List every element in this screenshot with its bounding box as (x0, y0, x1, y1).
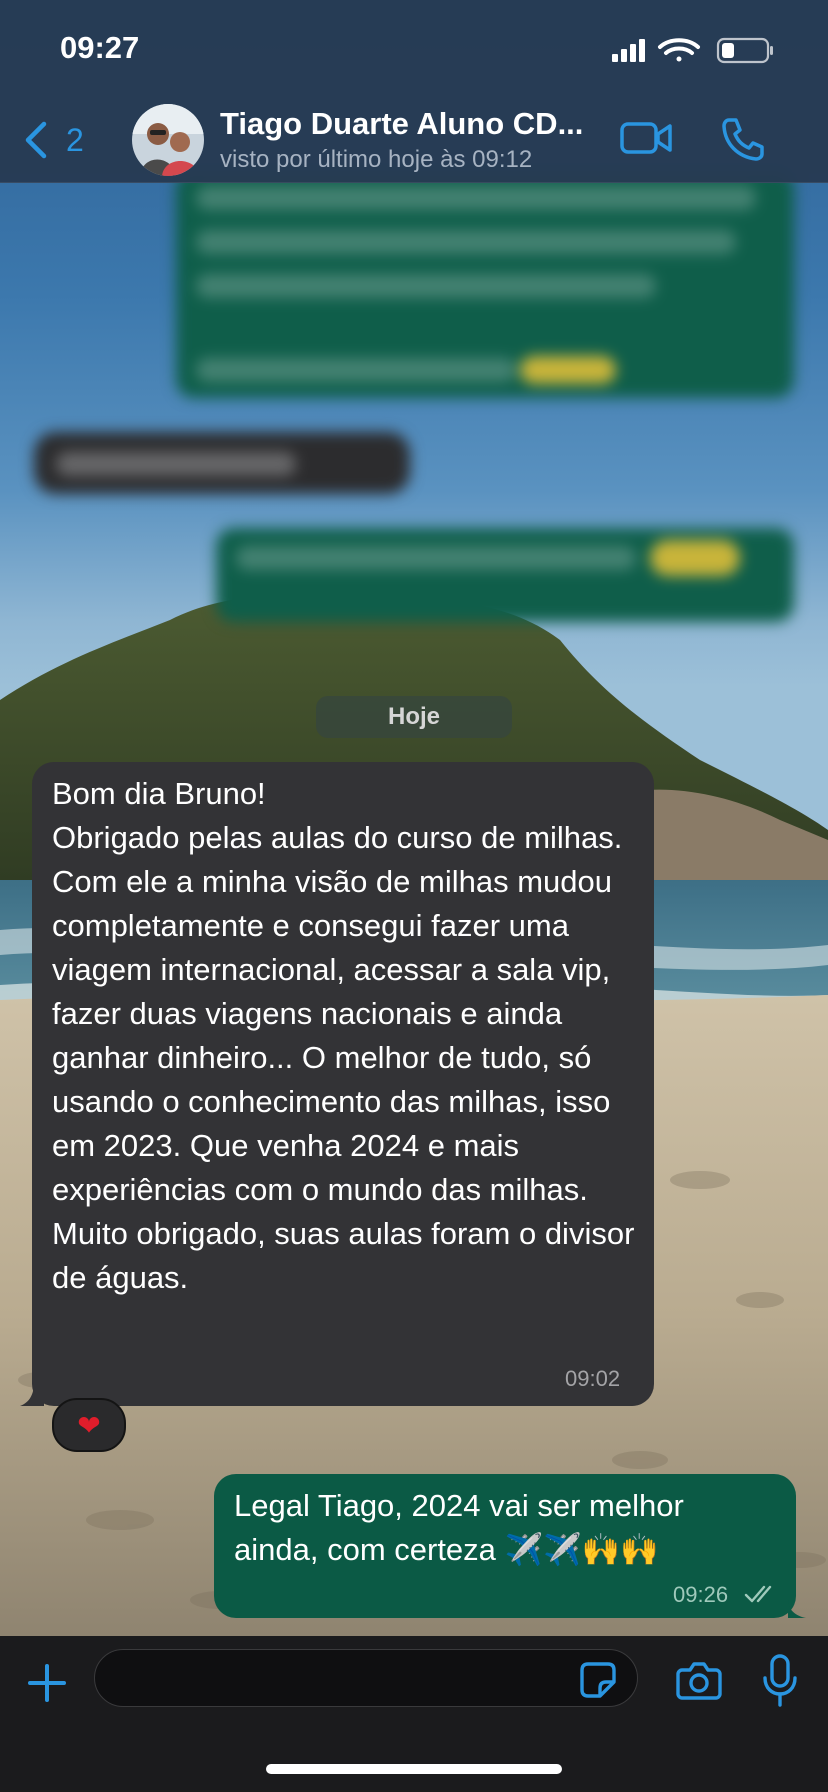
attach-button[interactable] (26, 1662, 68, 1704)
video-call-button[interactable] (620, 118, 674, 158)
wifi-icon (658, 38, 700, 62)
voice-call-button[interactable] (720, 116, 766, 162)
blurred-emoji (520, 356, 616, 384)
last-seen-status: visto por último hoje às 09:12 (220, 146, 533, 173)
outgoing-message-time: 09:26 (673, 1582, 729, 1607)
phone-icon (722, 118, 764, 161)
back-button[interactable]: 2 (22, 116, 84, 164)
date-separator: Hoje (316, 696, 512, 738)
plus-icon (28, 1664, 66, 1702)
message-input[interactable] (94, 1649, 638, 1707)
signal-icon (612, 39, 645, 62)
contact-avatar[interactable] (132, 104, 204, 176)
avatar-photo (132, 104, 204, 176)
status-bar-icons (612, 36, 792, 64)
bubble-tail (20, 1382, 44, 1406)
video-camera-icon (620, 122, 672, 154)
bubble-tail (788, 1600, 806, 1618)
battery-icon (716, 37, 773, 64)
unread-count: 2 (66, 121, 84, 158)
blurred-emoji (650, 540, 740, 576)
heart-reaction[interactable]: ❤ (52, 1398, 126, 1452)
heart-icon: ❤ (77, 1410, 101, 1441)
sticker-button[interactable] (578, 1660, 618, 1700)
blurred-outgoing-message-lines (196, 186, 756, 210)
microphone-button[interactable] (762, 1654, 798, 1708)
home-indicator[interactable] (266, 1764, 562, 1774)
chat-header: 09:27 2 Tiago Duarte Aluno CD... visto p… (0, 0, 828, 183)
outgoing-message-text: Legal Tiago, 2024 vai ser melhor ainda, … (234, 1488, 684, 1567)
double-check-icon (744, 1585, 772, 1603)
microphone-icon (763, 1654, 797, 1707)
blurred-outgoing-message-lines (196, 274, 656, 298)
blurred-outgoing-message-lines (196, 358, 516, 382)
status-bar-time: 09:27 (60, 30, 140, 65)
contact-name[interactable]: Tiago Duarte Aluno CD... (220, 106, 600, 142)
chevron-left-icon (25, 121, 47, 159)
blurred-incoming-message-lines (56, 452, 296, 476)
blurred-outgoing-message-lines (196, 230, 736, 254)
sticker-icon (580, 1662, 616, 1698)
camera-button[interactable] (676, 1660, 722, 1700)
blurred-outgoing-message-lines (236, 546, 636, 570)
camera-icon (676, 1662, 722, 1700)
incoming-message-time: 09:02 (565, 1366, 621, 1391)
incoming-message-text: Bom dia Bruno! Obrigado pelas aulas do c… (52, 776, 635, 1295)
